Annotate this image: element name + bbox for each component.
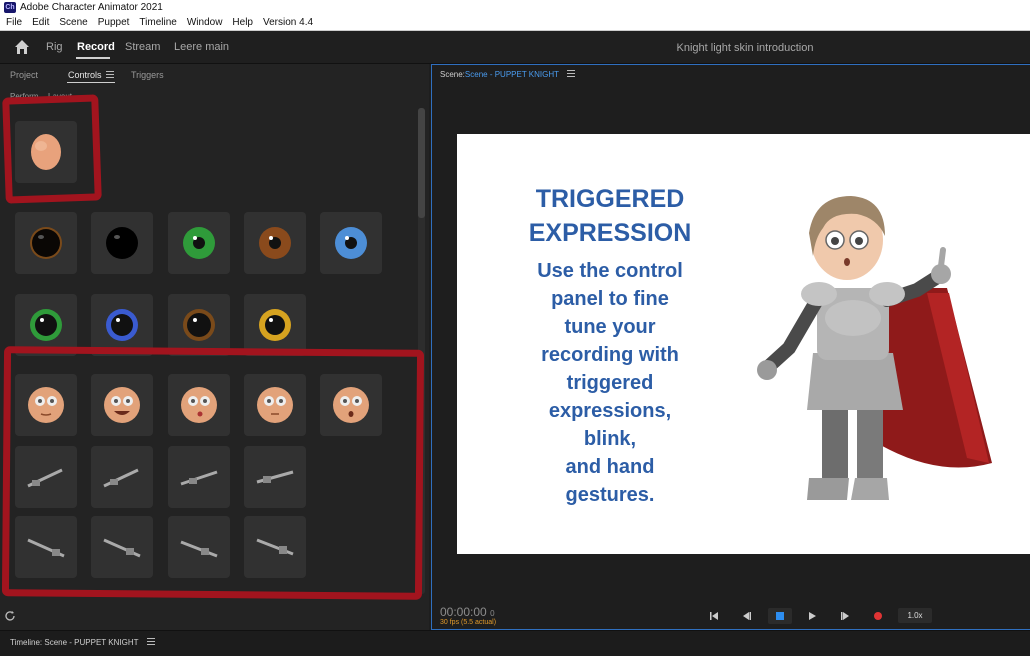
- eye-tile[interactable]: [244, 294, 306, 356]
- go-to-start-button[interactable]: [704, 609, 724, 623]
- tab-record[interactable]: Record: [77, 41, 115, 53]
- tab-controls[interactable]: Controls: [68, 70, 102, 80]
- stop-button[interactable]: [768, 608, 792, 624]
- knight-puppet[interactable]: [727, 178, 1027, 518]
- scrollbar-thumb[interactable]: [418, 108, 425, 218]
- menu-help[interactable]: Help: [232, 17, 253, 28]
- eye-tile[interactable]: [244, 212, 306, 274]
- tab-rig[interactable]: Rig: [46, 41, 63, 53]
- frame-number: 0: [490, 609, 495, 618]
- slide-title: TRIGGERED EXPRESSION: [528, 185, 692, 247]
- play-icon: [809, 612, 816, 620]
- scene-label: Scene:: [440, 70, 465, 79]
- eye-tile[interactable]: [168, 212, 230, 274]
- eye-tile[interactable]: [320, 212, 382, 274]
- skip-start-icon: [710, 612, 718, 620]
- eye-icon: [106, 309, 138, 341]
- timeline-panel: Timeline: Scene - PUPPET KNIGHT: [0, 630, 1030, 656]
- record-button[interactable]: [868, 609, 888, 623]
- timeline-title: Timeline: Scene - PUPPET KNIGHT: [10, 638, 155, 647]
- highlight-annotation: [2, 94, 102, 204]
- menu-edit[interactable]: Edit: [32, 17, 49, 28]
- panel-menu-icon[interactable]: [146, 638, 155, 645]
- step-back-icon: [743, 612, 751, 620]
- controls-tab-underline: [67, 82, 115, 83]
- title-bar: Ch Adobe Character Animator 2021: [0, 0, 1030, 15]
- eye-icon: [183, 309, 215, 341]
- fps-readout: 30 fps (5.5 actual): [440, 619, 497, 626]
- scene-header: Scene:Scene - PUPPET KNIGHT: [440, 70, 576, 79]
- menu-timeline[interactable]: Timeline: [139, 17, 176, 28]
- menu-file[interactable]: File: [6, 17, 22, 28]
- tab-triggers[interactable]: Triggers: [131, 70, 164, 80]
- slide-body: Use the control panel to fine tune your …: [537, 260, 683, 506]
- eye-icon: [335, 227, 367, 259]
- panel-menu-icon[interactable]: [106, 71, 114, 78]
- active-tab-underline: [76, 57, 110, 59]
- stop-icon: [776, 612, 784, 620]
- tab-stream[interactable]: Stream: [125, 41, 160, 53]
- tab-project[interactable]: Project: [10, 70, 38, 80]
- timecode: 00:00:00 0: [440, 605, 495, 619]
- highlight-annotation: [1, 346, 425, 600]
- step-forward-button[interactable]: [835, 609, 855, 623]
- tab-leere-main[interactable]: Leere main: [174, 41, 229, 53]
- eye-icon: [183, 227, 215, 259]
- eye-icon: [30, 227, 62, 259]
- window-title: Adobe Character Animator 2021: [20, 2, 163, 13]
- menu-version[interactable]: Version 4.4: [263, 17, 313, 28]
- eye-icon: [30, 309, 62, 341]
- eye-icon: [259, 227, 291, 259]
- controls-panel: Project Controls Triggers Perform Layout: [0, 64, 429, 630]
- eye-icon: [259, 309, 291, 341]
- menu-window[interactable]: Window: [187, 17, 223, 28]
- menu-bar: File Edit Scene Puppet Timeline Window H…: [0, 15, 1030, 31]
- scene-stage[interactable]: TRIGGERED EXPRESSION Use the control pan…: [457, 134, 1030, 554]
- app-window: Ch Adobe Character Animator 2021 File Ed…: [0, 0, 1030, 656]
- app-icon: Ch: [4, 2, 16, 13]
- eye-tile[interactable]: [91, 212, 153, 274]
- record-icon: [874, 612, 882, 620]
- eye-icon: [106, 227, 138, 259]
- panel-menu-icon[interactable]: [567, 70, 576, 77]
- eye-tile[interactable]: [15, 212, 77, 274]
- project-title: Knight light skin introduction: [676, 42, 814, 54]
- workspace-bar: Rig Record Stream Leere main Knight ligh…: [0, 31, 1030, 64]
- play-button[interactable]: [802, 609, 822, 623]
- playback-speed[interactable]: 1.0x: [898, 608, 932, 623]
- menu-scene[interactable]: Scene: [59, 17, 87, 28]
- refresh-icon[interactable]: [4, 610, 16, 622]
- home-icon[interactable]: [14, 39, 30, 55]
- menu-puppet[interactable]: Puppet: [98, 17, 130, 28]
- step-back-button[interactable]: [737, 609, 757, 623]
- scene-name: Scene - PUPPET KNIGHT: [464, 70, 559, 79]
- step-forward-icon: [841, 612, 849, 620]
- scene-panel: Scene:Scene - PUPPET KNIGHT TRIGGERED EX…: [431, 64, 1030, 630]
